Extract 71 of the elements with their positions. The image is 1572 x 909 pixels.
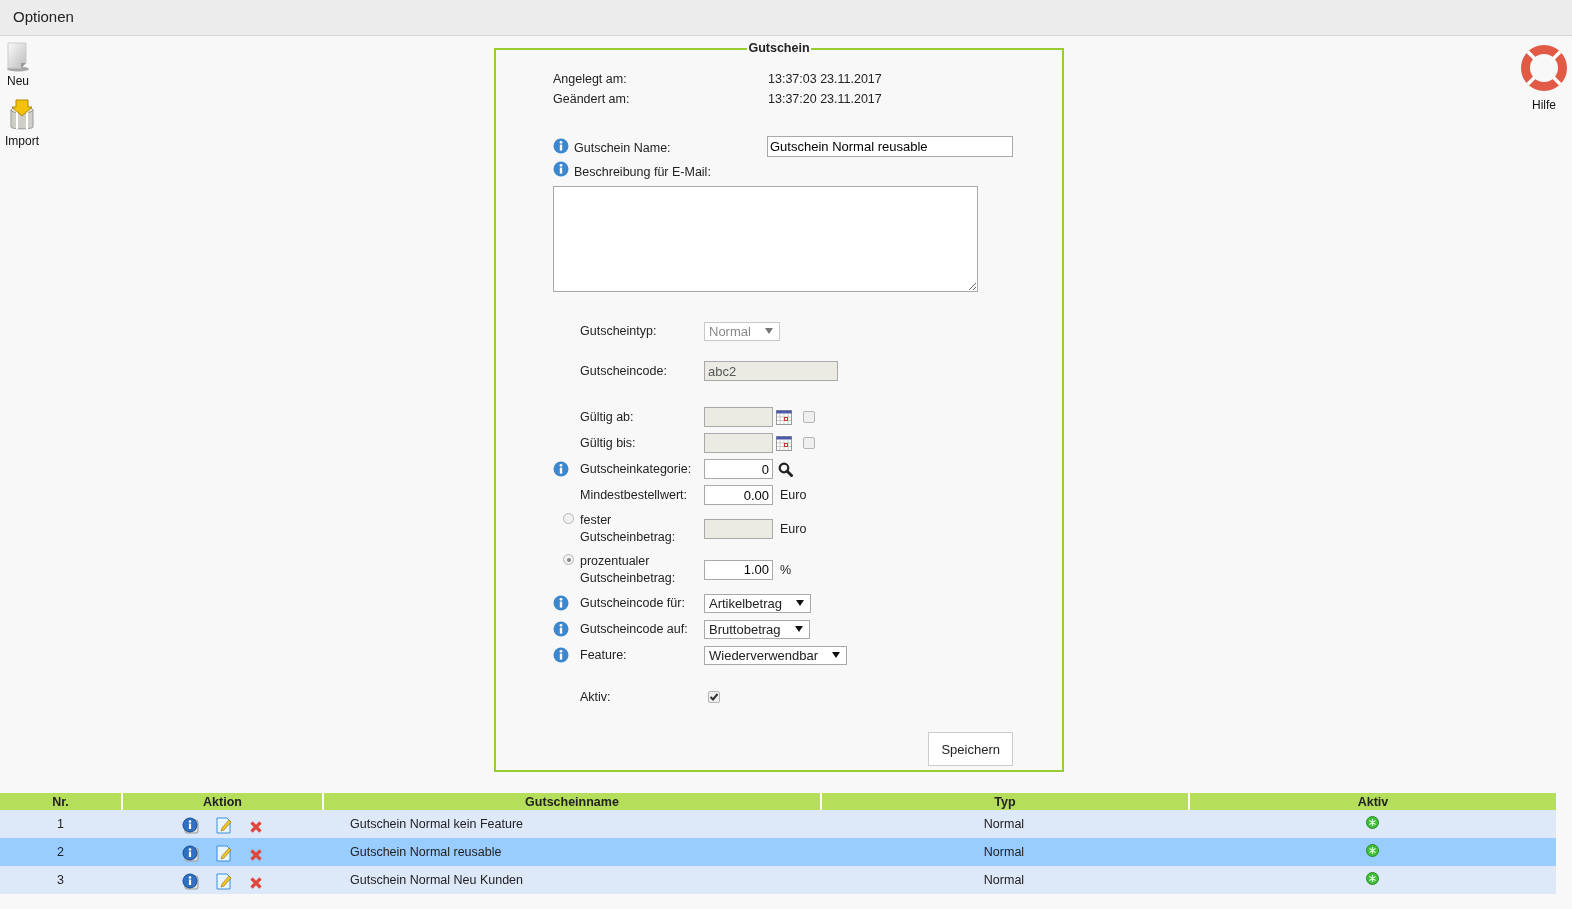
form-legend: Gutschein	[747, 41, 811, 55]
checkbox[interactable]	[708, 691, 720, 703]
timestamp: 13:37:20 23.11.2017	[768, 92, 883, 106]
database-import-icon	[9, 98, 35, 132]
field-label: Gültig bis:	[580, 436, 636, 450]
column-header[interactable]: Aktiv	[1188, 793, 1556, 810]
input-field[interactable]: Gutschein Normal reusable	[767, 135, 1013, 157]
unit-label: Euro	[780, 521, 807, 536]
dropdown[interactable]: Wiederverwendbar	[704, 645, 848, 665]
unit-label: %	[780, 562, 792, 577]
edit-icon[interactable]	[215, 872, 233, 890]
timestamp: 13:37:03 23.11.2017	[768, 72, 883, 86]
dropdown[interactable]: Bruttobetrag	[704, 619, 810, 639]
table-cell: Normal	[820, 810, 1188, 838]
table-row[interactable]: 1 Gutschein Normal kein Feature Normal	[0, 810, 1556, 838]
table-cell: Gutschein Normal Neu Kunden	[322, 866, 820, 894]
caret-icon	[832, 652, 841, 658]
page-title: Optionen	[12, 7, 75, 27]
table-cell: 3	[0, 866, 121, 894]
new-button[interactable]: Neu	[5, 42, 31, 88]
table-cell: 1	[0, 810, 121, 838]
dropdown[interactable]: Artikelbetrag	[704, 593, 811, 613]
column-header[interactable]: Nr.	[0, 793, 121, 810]
lifebuoy-icon	[1520, 44, 1568, 92]
field-label: Gutscheintyp:	[580, 324, 657, 338]
delete-icon[interactable]	[249, 821, 262, 833]
delete-icon[interactable]	[249, 849, 262, 861]
caret-icon	[764, 328, 773, 334]
table-cell: 2	[0, 838, 121, 866]
field-label: Gutscheincode auf:	[580, 622, 688, 636]
column-header[interactable]: Gutscheinname	[322, 793, 820, 810]
field-label: Feature:	[580, 648, 627, 662]
input-field[interactable]: 0.00	[704, 485, 773, 505]
field-label: Geändert am:	[553, 92, 631, 106]
input-field[interactable]: 0	[704, 459, 773, 479]
info-icon[interactable]	[181, 844, 199, 862]
table-cell: Normal	[820, 866, 1188, 894]
field-label: prozentualer Gutscheinbetrag:	[580, 552, 677, 587]
field-label: Aktiv:	[580, 690, 611, 704]
caret-icon	[796, 600, 804, 606]
document-icon	[5, 42, 31, 72]
field-label: Beschreibung für E-Mail:	[574, 165, 711, 179]
text-area[interactable]	[553, 186, 978, 292]
table-cell: Gutschein Normal reusable	[322, 838, 820, 866]
field-label: Gutschein Name:	[574, 141, 672, 155]
unit-label: Euro	[780, 488, 807, 502]
input-field[interactable]: 1.00	[704, 559, 773, 580]
field-label: fester Gutscheinbetrag:	[580, 511, 677, 546]
help-button[interactable]: Hilfe	[1520, 44, 1568, 112]
table-cell: Normal	[820, 838, 1188, 866]
caret-icon	[794, 626, 803, 632]
field-label: Mindestbestellwert:	[580, 488, 687, 502]
field-label: Gutscheincode für:	[580, 596, 685, 610]
column-header[interactable]: Aktion	[121, 793, 322, 810]
field-label: Gutscheincode:	[580, 364, 667, 378]
field-label: Gültig ab:	[580, 410, 634, 424]
info-icon[interactable]	[181, 872, 199, 890]
delete-icon[interactable]	[249, 877, 262, 889]
import-button[interactable]: Import	[5, 98, 39, 148]
edit-icon[interactable]	[215, 816, 233, 834]
radio-button[interactable]	[563, 554, 574, 565]
table-row[interactable]: 3 Gutschein Normal Neu Kunden Normal	[0, 866, 1556, 894]
edit-icon[interactable]	[215, 844, 233, 862]
info-icon[interactable]	[181, 816, 199, 834]
field-label: Gutscheinkategorie:	[580, 462, 692, 476]
save-button[interactable]: Speichern	[928, 732, 1013, 766]
field-label: Angelegt am:	[553, 72, 628, 86]
column-header[interactable]: Typ	[820, 793, 1188, 810]
table-cell: Gutschein Normal kein Feature	[322, 810, 820, 838]
search-icon[interactable]	[778, 461, 793, 477]
table-row[interactable]: 2 Gutschein Normal reusable Normal	[0, 838, 1556, 866]
